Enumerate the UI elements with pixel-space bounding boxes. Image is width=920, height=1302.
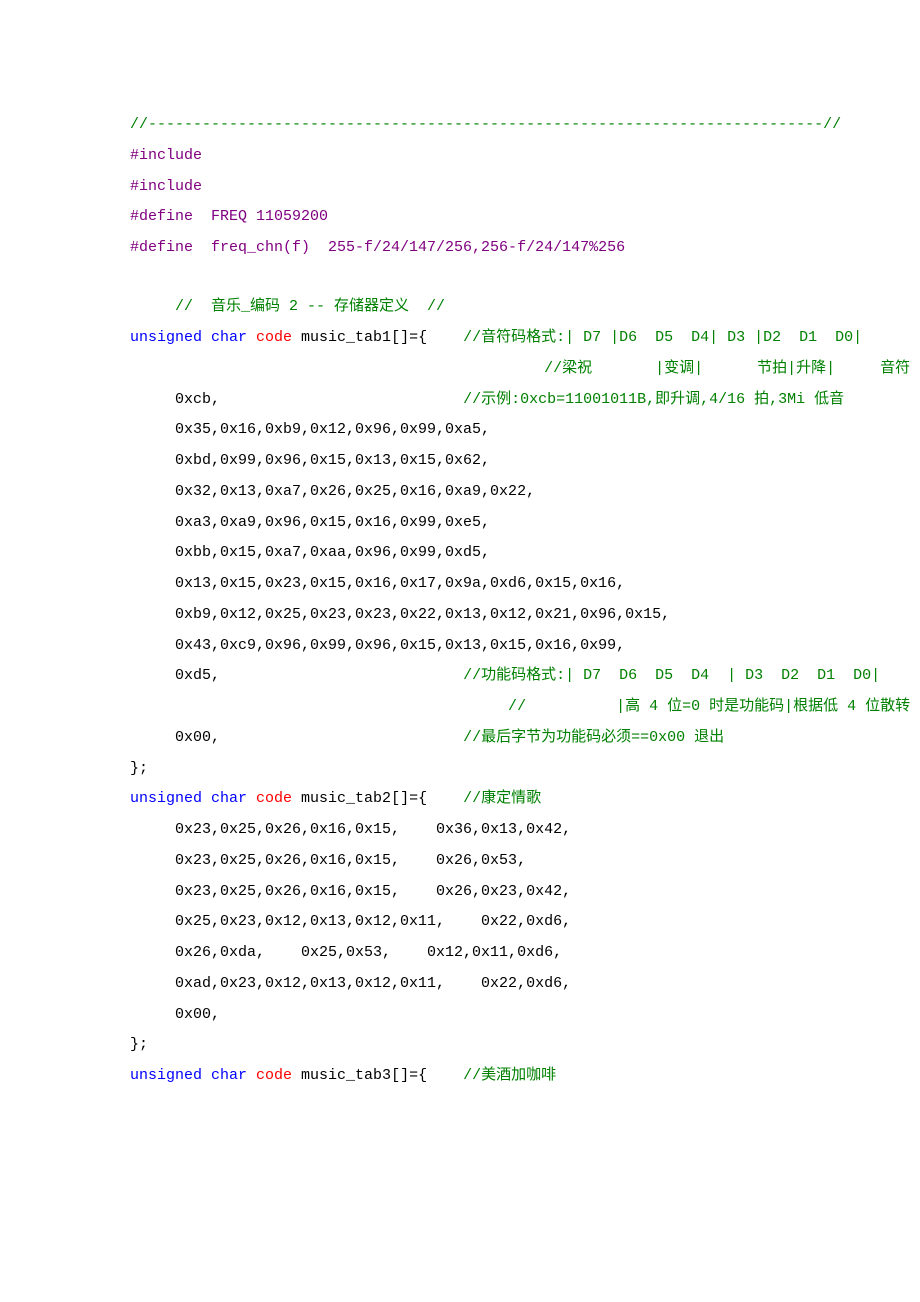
code-segment: //梁祝 |变调| 节拍|升降| 音符 | (130, 360, 920, 377)
code-line: 0x32,0x13,0xa7,0x26,0x25,0x16,0xa9,0x22, (130, 477, 790, 508)
code-segment: 0x26,0xda, 0x25,0x53, 0x12,0x11,0xd6, (130, 944, 562, 961)
code-line: 0xbd,0x99,0x96,0x15,0x13,0x15,0x62, (130, 446, 790, 477)
code-segment: 0xbb,0x15,0xa7,0xaa,0x96,0x99,0xd5, (130, 544, 490, 561)
code-line: // |高 4 位=0 时是功能码|根据低 4 位散转 | (130, 692, 790, 723)
code-line: 0x23,0x25,0x26,0x16,0x15, 0x26,0x23,0x42… (130, 877, 790, 908)
code-line: 0xbb,0x15,0xa7,0xaa,0x96,0x99,0xd5, (130, 538, 790, 569)
code-segment: //音符码格式:| D7 |D6 D5 D4| D3 |D2 D1 D0| (463, 329, 862, 346)
code-line: 0x00, (130, 1000, 790, 1031)
code-segment: //示例:0xcb=11001011B,即升调,4/16 拍,3Mi 低音 (463, 391, 844, 408)
code-line: 0xa3,0xa9,0x96,0x15,0x16,0x99,0xe5, (130, 508, 790, 539)
code-segment: 0x25,0x23,0x12,0x13,0x12,0x11, 0x22,0xd6… (130, 913, 571, 930)
code-segment: // 音乐_编码 2 -- 存储器定义 // (130, 298, 445, 315)
code-line: 0xad,0x23,0x12,0x13,0x12,0x11, 0x22,0xd6… (130, 969, 790, 1000)
code-segment: unsigned char (130, 329, 256, 346)
code-segment: 0x43,0xc9,0x96,0x99,0x96,0x15,0x13,0x15,… (130, 637, 625, 654)
code-line: 0xd5, //功能码格式:| D7 D6 D5 D4 | D3 D2 D1 D… (130, 661, 790, 692)
code-segment: 0x23,0x25,0x26,0x16,0x15, 0x26,0x53, (130, 852, 526, 869)
code-line: 0x25,0x23,0x12,0x13,0x12,0x11, 0x22,0xd6… (130, 907, 790, 938)
code-segment: unsigned char (130, 1067, 256, 1084)
code-line: 0xcb, //示例:0xcb=11001011B,即升调,4/16 拍,3Mi… (130, 385, 790, 416)
code-line: #include (130, 172, 790, 203)
code-line: 0x26,0xda, 0x25,0x53, 0x12,0x11,0xd6, (130, 938, 790, 969)
code-line: //梁祝 |变调| 节拍|升降| 音符 | (130, 354, 790, 385)
code-line: //--------------------------------------… (130, 110, 790, 141)
code-segment: 0x35,0x16,0xb9,0x12,0x96,0x99,0xa5, (130, 421, 490, 438)
code-line: }; (130, 754, 790, 785)
code-line: }; (130, 1030, 790, 1061)
code-segment: //美酒加咖啡 (463, 1067, 556, 1084)
code-segment: code (256, 790, 292, 807)
code-segment: code (256, 1067, 292, 1084)
code-line: #define FREQ 11059200 (130, 202, 790, 233)
code-segment: music_tab3[]={ (292, 1067, 463, 1084)
code-segment: music_tab1[]={ (292, 329, 463, 346)
code-line: 0x35,0x16,0xb9,0x12,0x96,0x99,0xa5, (130, 415, 790, 446)
code-line: 0x23,0x25,0x26,0x16,0x15, 0x26,0x53, (130, 846, 790, 877)
code-document: //--------------------------------------… (130, 110, 790, 1092)
code-segment: 0xd5, (130, 667, 463, 684)
code-segment: }; (130, 760, 148, 777)
code-segment: 0x13,0x15,0x23,0x15,0x16,0x17,0x9a,0xd6,… (130, 575, 625, 592)
code-segment: #define freq_chn(f) 255-f/24/147/256,256… (130, 239, 625, 256)
code-segment: 0x00, (130, 1006, 220, 1023)
code-segment: 0xad,0x23,0x12,0x13,0x12,0x11, 0x22,0xd6… (130, 975, 571, 992)
code-segment: }; (130, 1036, 148, 1053)
code-segment: // |高 4 位=0 时是功能码|根据低 4 位散转 | (130, 698, 920, 715)
code-segment: //功能码格式:| D7 D6 D5 D4 | D3 D2 D1 D0| (463, 667, 880, 684)
code-segment: #include (130, 147, 202, 164)
code-segment: unsigned char (130, 790, 256, 807)
code-segment: 0xb9,0x12,0x25,0x23,0x23,0x22,0x13,0x12,… (130, 606, 670, 623)
blank-line (130, 264, 790, 293)
code-segment: //--------------------------------------… (130, 116, 841, 133)
code-line: // 音乐_编码 2 -- 存储器定义 // (130, 292, 790, 323)
code-line: 0x23,0x25,0x26,0x16,0x15, 0x36,0x13,0x42… (130, 815, 790, 846)
code-segment: 0x23,0x25,0x26,0x16,0x15, 0x36,0x13,0x42… (130, 821, 571, 838)
code-segment: //最后字节为功能码必须==0x00 退出 (463, 729, 724, 746)
code-line: 0x13,0x15,0x23,0x15,0x16,0x17,0x9a,0xd6,… (130, 569, 790, 600)
code-line: unsigned char code music_tab2[]={ //康定情歌 (130, 784, 790, 815)
code-segment: 0x23,0x25,0x26,0x16,0x15, 0x26,0x23,0x42… (130, 883, 571, 900)
code-line: #define freq_chn(f) 255-f/24/147/256,256… (130, 233, 790, 264)
code-line: #include (130, 141, 790, 172)
code-segment: 0x00, (130, 729, 463, 746)
code-segment: code (256, 329, 292, 346)
code-line: 0x43,0xc9,0x96,0x99,0x96,0x15,0x13,0x15,… (130, 631, 790, 662)
code-segment: #define FREQ 11059200 (130, 208, 328, 225)
code-segment: music_tab2[]={ (292, 790, 463, 807)
code-segment: 0xcb, (130, 391, 463, 408)
code-segment: 0xa3,0xa9,0x96,0x15,0x16,0x99,0xe5, (130, 514, 490, 531)
code-segment: //康定情歌 (463, 790, 541, 807)
code-segment: 0xbd,0x99,0x96,0x15,0x13,0x15,0x62, (130, 452, 490, 469)
code-segment: #include (130, 178, 202, 195)
code-line: unsigned char code music_tab3[]={ //美酒加咖… (130, 1061, 790, 1092)
code-segment: 0x32,0x13,0xa7,0x26,0x25,0x16,0xa9,0x22, (130, 483, 535, 500)
code-line: unsigned char code music_tab1[]={ //音符码格… (130, 323, 790, 354)
code-line: 0x00, //最后字节为功能码必须==0x00 退出 (130, 723, 790, 754)
code-line: 0xb9,0x12,0x25,0x23,0x23,0x22,0x13,0x12,… (130, 600, 790, 631)
